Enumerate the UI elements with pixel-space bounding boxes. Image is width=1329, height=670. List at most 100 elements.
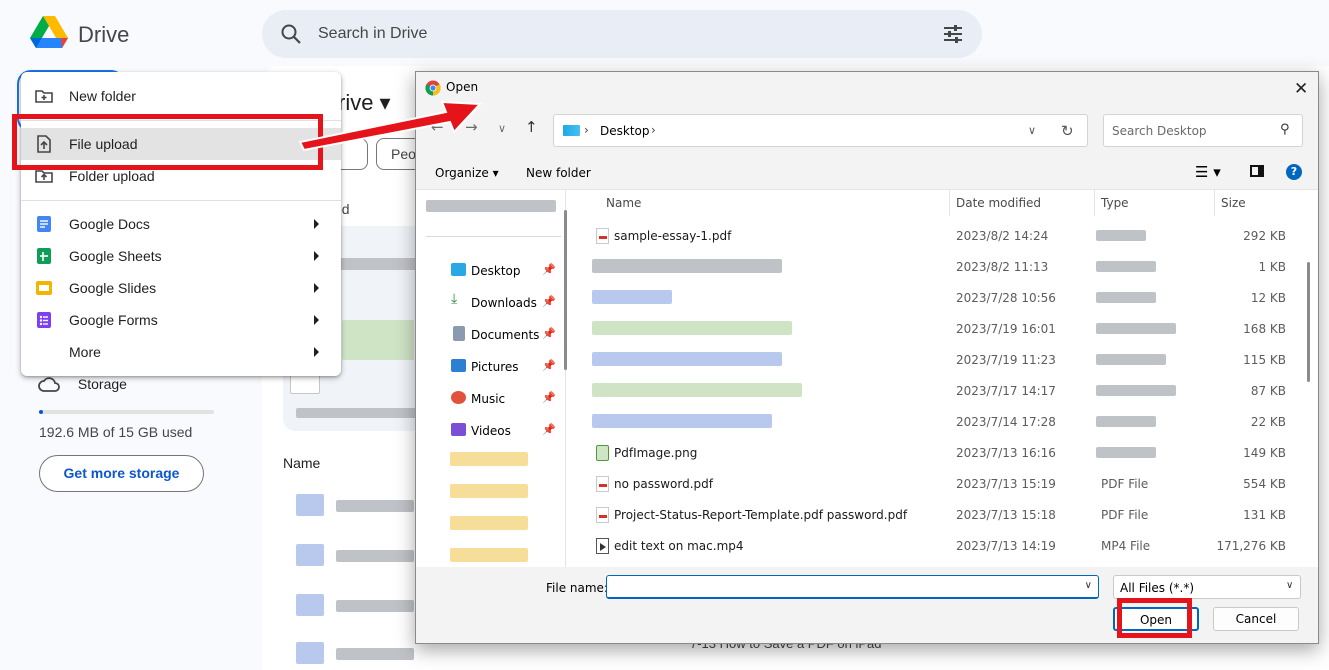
pin-icon[interactable]: 📌	[542, 423, 556, 436]
recent-locations-chevron-icon[interactable]: ∨	[498, 122, 506, 135]
file-date: 2023/7/13 14:19	[956, 539, 1056, 553]
file-row[interactable]: Project-Status-Report-Template.pdf passw…	[576, 499, 1301, 530]
blurred-nav-item	[450, 452, 528, 466]
blurred-nav-item	[450, 548, 528, 562]
google-docs-icon	[37, 216, 51, 232]
column-divider[interactable]	[1214, 190, 1215, 216]
dialog-titlebar: Open ✕	[416, 72, 1318, 104]
search-input[interactable]: Search in Drive	[318, 25, 427, 43]
nav-item-desktop[interactable]: Desktop 📌	[416, 256, 566, 284]
file-row[interactable]: no password.pdf 2023/7/13 15:19 PDF File…	[576, 468, 1301, 499]
file-size: 12 KB	[1250, 291, 1286, 305]
menu-item-new-folder[interactable]: New folder	[21, 80, 341, 112]
drive-name-column-header[interactable]: Name	[283, 455, 320, 471]
file-date: 2023/7/13 15:18	[956, 508, 1056, 522]
file-row[interactable]: edit text on mac.mp4 2023/7/13 14:19 MP4…	[576, 530, 1301, 561]
address-breadcrumb[interactable]: Desktop	[600, 124, 650, 138]
drive-search-bar[interactable]: Search in Drive	[262, 10, 982, 58]
desktop-icon	[451, 263, 466, 276]
nav-item-documents[interactable]: Documents 📌	[416, 320, 566, 348]
column-divider[interactable]	[949, 190, 950, 216]
help-icon[interactable]: ?	[1286, 164, 1302, 180]
chevron-down-icon[interactable]: ∨	[1286, 580, 1293, 591]
breadcrumb-chevron-icon[interactable]: ›	[651, 123, 656, 137]
file-row[interactable]: 2023/8/2 11:13 1 KB	[576, 251, 1301, 282]
nav-item-downloads[interactable]: ⤓ Downloads 📌	[416, 288, 566, 316]
file-type-select[interactable]: All Files (*.*) ∨	[1113, 575, 1301, 599]
file-date: 2023/7/19 16:01	[956, 322, 1056, 336]
menu-item-label: Google Forms	[69, 312, 158, 328]
blurred-file-name	[592, 259, 782, 273]
file-size: 292 KB	[1243, 229, 1286, 243]
menu-item-label: Google Docs	[69, 216, 150, 232]
search-options-icon[interactable]	[942, 23, 964, 45]
column-divider[interactable]	[1094, 190, 1095, 216]
pin-icon[interactable]: 📌	[542, 327, 556, 340]
file-list-scrollbar[interactable]	[1307, 262, 1310, 382]
menu-item-google-forms[interactable]: Google Forms	[21, 304, 341, 336]
menu-item-more[interactable]: More	[21, 336, 341, 368]
nav-item-videos[interactable]: Videos 📌	[416, 416, 566, 444]
navigation-scrollbar[interactable]	[564, 210, 567, 370]
file-date: 2023/7/13 15:19	[956, 477, 1056, 491]
file-name: sample-essay-1.pdf	[614, 229, 732, 243]
breadcrumb-chevron-icon[interactable]: ›	[584, 123, 589, 137]
open-file-dialog: Open ✕ ← → ∨ ↑ › Desktop › ∨ ↻ Search De…	[415, 71, 1319, 644]
drive-brand: Drive	[78, 22, 130, 47]
new-folder-icon	[35, 90, 53, 103]
file-date: 2023/7/19 11:23	[956, 353, 1056, 367]
menu-item-label: New folder	[69, 88, 136, 104]
file-date: 2023/7/14 17:28	[956, 415, 1056, 429]
menu-item-google-docs[interactable]: Google Docs	[21, 208, 341, 240]
file-size: 22 KB	[1250, 415, 1286, 429]
pin-icon[interactable]: 📌	[542, 359, 556, 372]
google-slides-icon	[36, 281, 52, 295]
pin-icon[interactable]: 📌	[542, 391, 556, 404]
file-row[interactable]: 2023/7/14 17:28 22 KB	[576, 406, 1301, 437]
nav-divider	[426, 236, 561, 237]
cancel-button[interactable]: Cancel	[1213, 607, 1299, 631]
sidebar-item-storage[interactable]: Storage	[38, 376, 127, 393]
file-type: PDF File	[1101, 477, 1149, 491]
nav-item-pictures[interactable]: Pictures 📌	[416, 352, 566, 380]
address-bar[interactable]: › Desktop › ∨ ↻	[553, 114, 1088, 147]
view-options-icon[interactable]: ☰ ▾	[1195, 163, 1221, 181]
search-icon[interactable]: ⚲	[1280, 122, 1290, 137]
file-row[interactable]: 2023/7/19 11:23 115 KB	[576, 344, 1301, 375]
column-header-size[interactable]: Size	[1221, 196, 1246, 210]
chevron-down-icon[interactable]: ∨	[1085, 580, 1092, 591]
documents-icon	[453, 326, 465, 341]
pin-icon[interactable]: 📌	[542, 295, 556, 308]
preview-pane-icon[interactable]	[1250, 165, 1264, 177]
menu-item-google-sheets[interactable]: Google Sheets	[21, 240, 341, 272]
file-row[interactable]: 2023/7/28 10:56 12 KB	[576, 282, 1301, 313]
blurred-nav-item	[426, 200, 556, 212]
file-name-input[interactable]: ∨	[606, 575, 1099, 599]
close-icon[interactable]: ✕	[1294, 79, 1308, 99]
get-more-storage-button[interactable]: Get more storage	[39, 455, 204, 492]
column-header-date[interactable]: Date modified	[956, 196, 1041, 210]
file-row[interactable]: 2023/7/17 14:17 87 KB	[576, 375, 1301, 406]
dialog-search-placeholder: Search Desktop	[1112, 124, 1207, 138]
open-button-highlight-box	[1117, 598, 1192, 638]
refresh-icon[interactable]: ↻	[1061, 122, 1074, 140]
pin-icon[interactable]: 📌	[542, 263, 556, 276]
organize-menu-button[interactable]: Organize ▾	[435, 166, 499, 180]
menu-item-google-slides[interactable]: Google Slides	[21, 272, 341, 304]
file-row[interactable]: PdfImage.png 2023/7/13 16:16 149 KB	[576, 437, 1301, 468]
blurred-file-name	[592, 290, 672, 304]
storage-label: Storage	[77, 376, 127, 392]
dialog-search-input[interactable]: Search Desktop ⚲	[1103, 114, 1303, 147]
new-folder-button[interactable]: New folder	[526, 166, 591, 180]
png-file-icon	[596, 445, 609, 461]
file-row[interactable]: 2023/7/19 16:01 168 KB	[576, 313, 1301, 344]
file-row[interactable]: sample-essay-1.pdf 2023/8/2 14:24 292 KB	[576, 220, 1301, 251]
address-history-chevron-icon[interactable]: ∨	[1028, 124, 1036, 137]
nav-item-music[interactable]: Music 📌	[416, 384, 566, 412]
navigation-pane: Desktop 📌 ⤓ Downloads 📌 Documents 📌 Pict…	[416, 190, 566, 567]
column-header-name[interactable]: Name	[606, 196, 641, 210]
up-arrow-icon[interactable]: ↑	[525, 118, 538, 136]
search-icon[interactable]	[280, 23, 302, 45]
video-file-icon	[596, 538, 609, 554]
column-header-type[interactable]: Type	[1101, 196, 1129, 210]
